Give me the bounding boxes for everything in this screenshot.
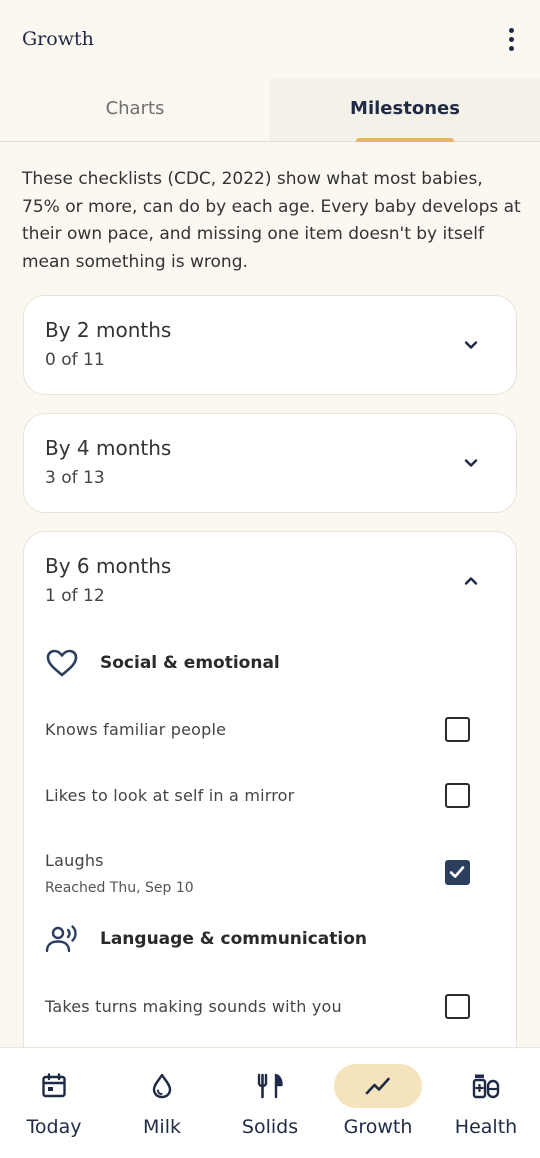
card-title: By 2 months: [45, 318, 172, 342]
heart-icon: [45, 646, 79, 680]
tab-label: Charts: [105, 98, 165, 119]
milestone-item[interactable]: Likes to look at self in a mirror: [24, 758, 516, 824]
medication-icon: [442, 1064, 530, 1108]
nav-item-solids[interactable]: Solids: [216, 1064, 324, 1138]
milestone-card-2-months: By 2 months 0 of 11: [23, 295, 517, 395]
trend-icon: [334, 1064, 422, 1108]
card-header[interactable]: By 2 months 0 of 11: [24, 296, 516, 394]
section-header-language-communication: Language & communication: [24, 910, 516, 968]
section-header-social-emotional: Social & emotional: [24, 634, 516, 692]
milestone-item[interactable]: Knows familiar people: [24, 692, 516, 758]
active-tab-indicator: [356, 138, 454, 142]
milestone-card-4-months: By 4 months 3 of 13: [23, 413, 517, 513]
checkmark-icon: [449, 866, 465, 878]
nav-item-growth[interactable]: Growth: [324, 1064, 432, 1138]
card-header[interactable]: By 6 months 1 of 12: [24, 532, 516, 630]
card-header[interactable]: By 4 months 3 of 13: [24, 414, 516, 512]
chevron-up-icon[interactable]: [464, 574, 478, 588]
nav-item-today[interactable]: Today: [0, 1064, 108, 1138]
milestone-checkbox[interactable]: [445, 783, 470, 808]
card-title: By 6 months: [45, 554, 172, 578]
tab-bar: Charts Milestones: [0, 78, 540, 142]
nav-label: Today: [26, 1116, 82, 1138]
card-progress-count: 0 of 11: [45, 350, 105, 370]
fork-knife-icon: [226, 1064, 314, 1108]
tab-milestones[interactable]: Milestones: [270, 78, 540, 142]
milestone-item[interactable]: Laughs Reached Thu, Sep 10: [24, 824, 516, 910]
page-title: Growth: [22, 28, 94, 50]
nav-label: Growth: [343, 1116, 413, 1138]
calendar-icon: [10, 1064, 98, 1108]
nav-item-health[interactable]: Health: [432, 1064, 540, 1138]
tab-charts[interactable]: Charts: [0, 78, 270, 141]
speaking-person-icon: [45, 922, 79, 956]
chevron-down-icon[interactable]: [464, 456, 478, 470]
drop-icon: [118, 1064, 206, 1108]
section-label: Language & communication: [100, 929, 368, 949]
milestone-card-6-months: By 6 months 1 of 12 Social & emotional K…: [23, 531, 517, 1091]
nav-label: Health: [454, 1116, 518, 1138]
bottom-navigation: Today Milk Solids Growth Health: [0, 1047, 540, 1158]
milestone-item[interactable]: Takes turns making sounds with you: [24, 968, 516, 1034]
card-progress-count: 1 of 12: [45, 586, 105, 606]
card-progress-count: 3 of 13: [45, 468, 105, 488]
milestone-checkbox-checked[interactable]: [445, 860, 470, 885]
nav-item-milk[interactable]: Milk: [108, 1064, 216, 1138]
section-label: Social & emotional: [100, 653, 280, 673]
card-title: By 4 months: [45, 436, 172, 460]
top-app-bar: Growth: [0, 0, 540, 78]
more-options-icon[interactable]: [496, 19, 526, 59]
milestone-checkbox[interactable]: [445, 717, 470, 742]
chevron-down-icon[interactable]: [464, 338, 478, 352]
nav-label: Solids: [241, 1116, 299, 1138]
intro-text: These checklists (CDC, 2022) show what m…: [22, 169, 521, 272]
milestone-checkbox[interactable]: [445, 994, 470, 1019]
tab-label: Milestones: [350, 98, 460, 119]
nav-label: Milk: [143, 1116, 181, 1138]
